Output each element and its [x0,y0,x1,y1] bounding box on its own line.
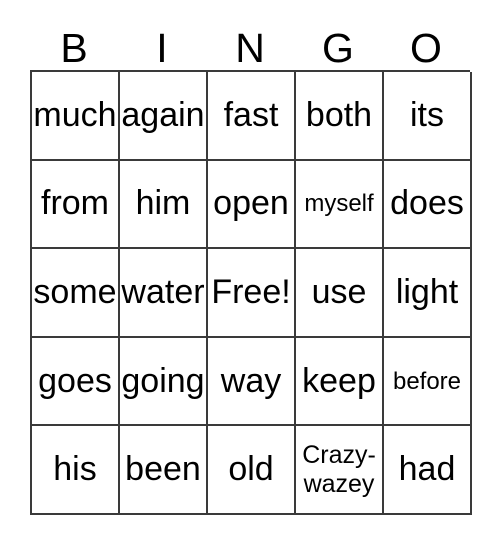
bingo-cell-label: its [410,95,444,134]
bingo-cell-label: again [121,95,205,134]
bingo-cell-label: him [135,184,191,223]
bingo-header-letter-n: N [235,25,265,71]
bingo-cell-label: some [33,272,117,311]
bingo-cell-label: going [121,361,205,400]
bingo-cell-label: way [220,361,282,400]
bingo-cell[interactable]: water [120,249,208,338]
bingo-cell[interactable]: way [208,337,296,427]
bingo-cell-label: Free! [211,272,291,311]
bingo-header-letter-b: B [60,25,88,71]
bingo-row: his been old Crazy- wazey had [32,426,472,515]
bingo-cell[interactable]: open [208,160,296,250]
bingo-header-letter-i: I [156,25,168,71]
bingo-cell-label: before [392,367,462,395]
bingo-cell[interactable]: goes [32,337,120,427]
bingo-cell-label: fast [223,95,279,134]
bingo-cell[interactable]: had [384,426,472,515]
bingo-cell-label: keep [302,361,376,400]
bingo-cell[interactable]: much [32,72,120,161]
bingo-row: much again fast both its [32,72,472,161]
bingo-cell-label: does [390,184,464,223]
bingo-cell[interactable]: his [32,426,120,515]
bingo-cell[interactable]: some [32,249,120,338]
bingo-cell-label: light [395,272,459,311]
bingo-cell[interactable]: light [384,249,472,338]
bingo-cell[interactable]: its [384,72,472,161]
bingo-cell[interactable]: both [296,72,384,161]
bingo-cell[interactable]: keep [296,337,384,427]
bingo-cell-label: goes [38,361,112,400]
bingo-cell-label: his [53,450,97,489]
bingo-header: B I N G O [30,22,470,70]
bingo-cell[interactable]: old [208,426,296,515]
bingo-cell-label: old [228,450,274,489]
bingo-cell[interactable]: again [120,72,208,161]
bingo-cell-label: Crazy- wazey [302,440,376,498]
bingo-cell-label: much [33,95,117,134]
bingo-cell-label: been [125,450,201,489]
bingo-cell-label: open [213,184,289,223]
bingo-row: from him open myself does [32,160,472,250]
bingo-cell[interactable]: going [120,337,208,427]
bingo-cell-label: use [311,272,367,311]
bingo-cell-label: myself [304,190,374,218]
bingo-cell[interactable]: use [296,249,384,338]
bingo-cell-free-space[interactable]: Free! [208,249,296,338]
bingo-cell[interactable]: myself [296,160,384,250]
bingo-row: goes going way keep before [32,337,472,427]
bingo-cell[interactable]: fast [208,72,296,161]
bingo-cell[interactable]: Crazy- wazey [296,426,384,515]
bingo-cell[interactable]: before [384,337,472,427]
bingo-cell[interactable]: been [120,426,208,515]
bingo-grid: much again fast both its from him open m… [30,70,472,515]
bingo-cell-label: from [41,184,109,223]
bingo-header-letter-g: G [322,25,354,71]
bingo-cell[interactable]: from [32,160,120,250]
bingo-cell-label: water [121,272,205,311]
bingo-cell[interactable]: does [384,160,472,250]
bingo-cell-label: had [398,450,456,489]
bingo-header-letter-o: O [410,25,442,71]
bingo-card: B I N G O much again fast both its from … [0,0,500,544]
bingo-cell[interactable]: him [120,160,208,250]
bingo-row: some water Free! use light [32,249,472,338]
bingo-cell-label: both [305,95,373,134]
